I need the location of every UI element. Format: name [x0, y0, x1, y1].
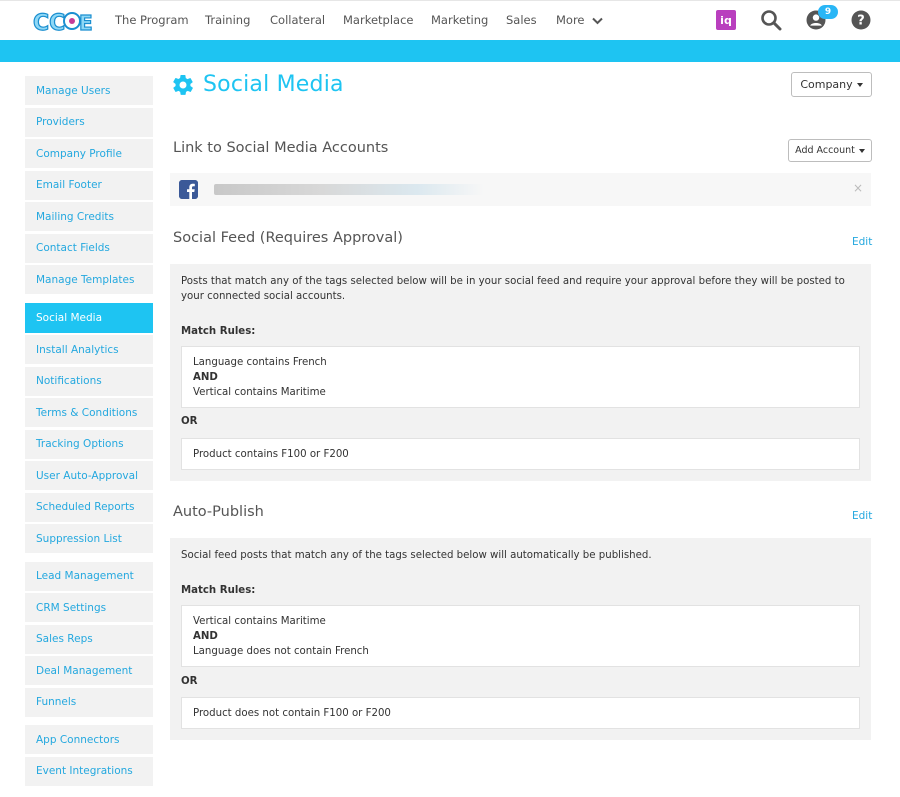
linked-account-row: × — [170, 173, 871, 206]
svg-text:?: ? — [857, 14, 865, 29]
social-feed-match-rules-label: Match Rules: — [181, 326, 256, 337]
page-title: Social Media — [171, 72, 344, 97]
social-feed-title: Social Feed (Requires Approval) — [173, 230, 403, 246]
sidebar-item-crm-settings[interactable]: CRM Settings — [25, 593, 153, 622]
rule-condition: Product does not contain F100 or F200 — [193, 708, 391, 719]
add-account-label: Add Account — [795, 145, 855, 156]
settings-sidebar: Manage Users Providers Company Profile E… — [25, 76, 153, 788]
sidebar-item-company-profile[interactable]: Company Profile — [25, 139, 153, 168]
nav-more[interactable]: More — [556, 13, 603, 27]
auto-publish-rule-group-2: Product does not contain F100 or F200 — [181, 697, 860, 729]
caret-down-icon — [858, 148, 865, 153]
sidebar-item-deal-management[interactable]: Deal Management — [25, 656, 153, 685]
accounts-section-title: Link to Social Media Accounts — [173, 140, 389, 156]
sidebar-item-terms-conditions[interactable]: Terms & Conditions — [25, 398, 153, 427]
social-feed-description: Posts that match any of the tags selecte… — [181, 276, 845, 302]
add-account-button[interactable]: Add Account — [788, 139, 872, 162]
sidebar-item-sales-reps[interactable]: Sales Reps — [25, 624, 153, 654]
iq-label: iq — [720, 13, 732, 27]
nav-marketplace[interactable]: Marketplace — [343, 13, 413, 27]
nav-the-program[interactable]: The Program — [115, 13, 189, 27]
sidebar-item-mailing-credits[interactable]: Mailing Credits — [25, 202, 153, 231]
auto-publish-match-rules-label: Match Rules: — [181, 585, 256, 596]
remove-account-close-icon[interactable]: × — [853, 181, 863, 195]
social-feed-rule-group-1: Language contains French AND Vertical co… — [181, 346, 860, 408]
sidebar-item-contact-fields[interactable]: Contact Fields — [25, 233, 153, 263]
nav-more-label: More — [556, 13, 585, 27]
account-name-redacted — [214, 184, 484, 195]
rule-operator-or: OR — [181, 416, 198, 427]
sidebar-item-email-footer[interactable]: Email Footer — [25, 170, 153, 200]
page-title-text: Social Media — [203, 72, 344, 97]
sidebar-item-social-media[interactable]: Social Media — [25, 302, 153, 333]
chevron-down-icon — [592, 17, 603, 24]
help-icon[interactable]: ? — [851, 10, 871, 30]
sidebar-item-manage-users[interactable]: Manage Users — [25, 76, 153, 105]
rule-operator-and: AND — [193, 372, 218, 383]
social-feed-panel: Posts that match any of the tags selecte… — [170, 264, 871, 481]
company-dropdown-button[interactable]: Company — [791, 72, 872, 97]
header-band — [0, 40, 900, 62]
nav-marketing[interactable]: Marketing — [431, 13, 488, 27]
sidebar-item-notifications[interactable]: Notifications — [25, 366, 153, 396]
company-button-label: Company — [800, 78, 853, 91]
facebook-icon — [179, 180, 198, 199]
rule-condition: Product contains F100 or F200 — [193, 449, 349, 460]
sidebar-item-scheduled-reports[interactable]: Scheduled Reports — [25, 492, 153, 522]
auto-publish-rule-group-1: Vertical contains Maritime AND Language … — [181, 605, 860, 667]
sidebar-item-providers[interactable]: Providers — [25, 107, 153, 137]
iq-icon[interactable]: iq — [716, 10, 736, 30]
sidebar-item-user-auto-approval[interactable]: User Auto-Approval — [25, 461, 153, 490]
sidebar-item-suppression-list[interactable]: Suppression List — [25, 524, 153, 553]
sidebar-item-tracking-options[interactable]: Tracking Options — [25, 429, 153, 459]
sidebar-item-event-integrations[interactable]: Event Integrations — [25, 756, 153, 786]
notification-badge: 9 — [818, 5, 838, 19]
gear-icon — [173, 74, 193, 95]
sidebar-item-manage-templates[interactable]: Manage Templates — [25, 265, 153, 294]
search-icon[interactable] — [760, 9, 782, 31]
caret-down-icon — [856, 82, 863, 87]
auto-publish-panel: Social feed posts that match any of the … — [170, 538, 871, 740]
rule-operator-and: AND — [193, 631, 218, 642]
sidebar-item-lead-management[interactable]: Lead Management — [25, 561, 153, 591]
nav-collateral[interactable]: Collateral — [270, 13, 325, 27]
svg-text:CC: CC — [33, 11, 65, 36]
auto-publish-edit-link[interactable]: Edit — [852, 510, 872, 522]
sidebar-item-app-connectors[interactable]: App Connectors — [25, 725, 153, 754]
auto-publish-title: Auto-Publish — [173, 504, 264, 520]
nav-sales[interactable]: Sales — [506, 13, 537, 27]
social-feed-edit-link[interactable]: Edit — [852, 236, 872, 248]
social-feed-rule-group-2: Product contains F100 or F200 — [181, 438, 860, 470]
sidebar-item-install-analytics[interactable]: Install Analytics — [25, 335, 153, 364]
nav-training[interactable]: Training — [205, 13, 250, 27]
svg-text:E: E — [79, 11, 93, 35]
top-navbar: CC E The Program Training Collateral Mar… — [0, 0, 900, 40]
auto-publish-description: Social feed posts that match any of the … — [181, 550, 652, 561]
rule-condition: Vertical contains Maritime — [193, 616, 326, 627]
ccde-logo[interactable]: CC E — [32, 7, 94, 37]
rule-condition: Vertical contains Maritime — [193, 387, 326, 398]
rule-condition: Language contains French — [193, 357, 327, 368]
rule-condition: Language does not contain French — [193, 646, 369, 657]
sidebar-item-funnels[interactable]: Funnels — [25, 687, 153, 717]
rule-operator-or: OR — [181, 676, 198, 687]
